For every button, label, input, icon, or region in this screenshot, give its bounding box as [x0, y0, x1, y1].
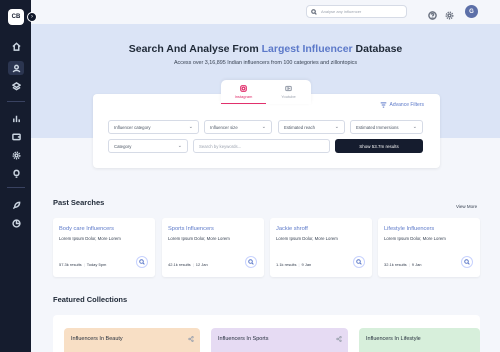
chevron-down-icon: ⌄ [412, 124, 417, 130]
platform-tabs: Instagram Youtube [221, 80, 311, 104]
card-description: Lorem Ipsum Dolor, More Lorem [276, 236, 338, 241]
show-results-button[interactable]: Show 53.7m results [335, 139, 423, 153]
chevron-down-icon: ⌄ [177, 143, 182, 149]
tab-label: Youtube [281, 94, 296, 99]
card-date: 9 Jan [411, 262, 422, 267]
search-placeholder: Analyse any influencer [321, 9, 362, 14]
filter-icon [380, 102, 386, 108]
tab-instagram[interactable]: Instagram [221, 80, 266, 104]
rocket-icon[interactable] [8, 198, 24, 212]
card-meta: 57.3k results | Today 5pm [59, 262, 107, 267]
instagram-icon [240, 84, 247, 92]
bulb-icon[interactable] [8, 166, 24, 180]
app-logo[interactable]: CB [8, 9, 24, 25]
pie-chart-icon[interactable] [8, 216, 24, 230]
select-label: Estimated reach [284, 124, 316, 130]
search-panel: Instagram Youtube Advance Filters Influe… [93, 80, 440, 168]
tab-youtube[interactable]: Youtube [266, 80, 311, 104]
user-icon[interactable] [8, 61, 24, 75]
bar-chart-icon[interactable] [8, 111, 24, 125]
tab-label: Instagram [234, 93, 253, 99]
chevron-down-icon: ⌄ [261, 124, 266, 130]
avatar[interactable]: G [465, 5, 478, 18]
collection-card-beauty[interactable]: Influencers In Beauty [64, 328, 200, 352]
collection-card-sports[interactable]: Influencers In Sports [211, 328, 348, 352]
advanced-filters-label: Advance Filters [389, 102, 424, 108]
card-results: 32.1k results [384, 262, 407, 267]
chevron-down-icon: ⌄ [334, 124, 339, 130]
card-meta: 42.1k results | 12 Jan [168, 262, 208, 267]
card-title: Jackie shroff [276, 226, 308, 232]
sidebar-divider [7, 187, 25, 188]
home-icon[interactable] [8, 39, 24, 53]
search-again-icon[interactable] [461, 256, 473, 268]
search-again-icon[interactable] [245, 256, 257, 268]
past-search-card[interactable]: Sports Influencers Lorem Ipsum Dolor, Mo… [162, 218, 264, 277]
select-label: Influencer size [210, 124, 238, 130]
card-results: 1.1k results [276, 262, 297, 267]
share-icon[interactable] [336, 336, 342, 342]
featured-collections: Influencers In Beauty Influencers In Spo… [53, 315, 480, 352]
card-results: 57.3k results [59, 262, 82, 267]
collection-label: Influencers In Sports [218, 336, 269, 342]
card-title: Body care Influencers [59, 226, 115, 232]
collection-card-lifestyle[interactable]: Influencers In Lifestyle [359, 328, 480, 352]
featured-collections-title: Featured Collections [53, 295, 128, 304]
gear-icon[interactable] [8, 148, 24, 162]
chevron-down-icon: ⌄ [188, 124, 193, 130]
influencer-size-select[interactable]: Influencer size ⌄ [204, 120, 272, 134]
chevron-right-icon[interactable]: › [27, 12, 37, 22]
select-label: Category [114, 143, 132, 149]
youtube-icon [285, 85, 292, 92]
search-icon [311, 8, 317, 15]
past-search-card[interactable]: Body care Influencers Lorem Ipsum Dolor,… [53, 218, 155, 277]
card-date: 12 Jan [195, 262, 208, 267]
share-icon[interactable] [188, 336, 194, 342]
help-icon[interactable] [428, 7, 437, 20]
past-searches-title: Past Searches [53, 198, 105, 207]
search-again-icon[interactable] [136, 256, 148, 268]
settings-icon[interactable] [445, 7, 454, 20]
card-description: Lorem Ipsum Dolor, More Lorem [168, 236, 230, 241]
card-meta: 32.1k results | 9 Jan [384, 262, 422, 267]
collection-label: Influencers In Lifestyle [366, 336, 421, 342]
select-label: Estimated Immersions [356, 124, 399, 130]
card-meta: 1.1k results | 9 Jan [276, 262, 312, 267]
page-subtitle: Access over 3,16,895 Indian influencers … [173, 60, 358, 66]
influencer-category-select[interactable]: Influencer category ⌄ [108, 120, 199, 134]
card-date: Today 5pm [86, 262, 107, 267]
influencer-search-input[interactable]: Analyse any influencer [306, 5, 407, 18]
card-results: 42.1k results [168, 262, 191, 267]
card-description: Lorem Ipsum Dolor, More Lorem [384, 236, 446, 241]
title-part2: Database [352, 43, 403, 55]
past-search-card[interactable]: Lifestyle Influencers Lorem Ipsum Dolor,… [378, 218, 480, 277]
card-description: Lorem Ipsum Dolor, More Lorem [59, 236, 121, 241]
card-title: Sports Influencers [168, 226, 214, 232]
layers-icon[interactable] [8, 79, 24, 93]
sidebar-divider [7, 101, 25, 102]
view-more-link[interactable]: View More [456, 204, 477, 209]
search-again-icon[interactable] [353, 256, 365, 268]
advanced-filters-link[interactable]: Advance Filters [380, 102, 424, 108]
card-title: Lifestyle Influencers [384, 226, 435, 232]
title-part1: Search And Analyse From [128, 43, 262, 55]
wallet-icon[interactable] [8, 129, 24, 143]
select-label: Influencer category [114, 124, 151, 130]
sidebar: CB [0, 0, 31, 352]
category-select[interactable]: Category ⌄ [108, 139, 188, 153]
estimated-reach-select[interactable]: Estimated reach ⌄ [278, 120, 345, 134]
collection-label: Influencers In Beauty [71, 336, 123, 342]
page-title: Search And Analyse From Largest Influenc… [31, 43, 500, 55]
title-accent: Largest Influencer [261, 43, 353, 55]
past-search-card[interactable]: Jackie shroff Lorem Ipsum Dolor, More Lo… [270, 218, 372, 277]
card-date: 9 Jan [301, 262, 312, 267]
estimated-immersions-select[interactable]: Estimated Immersions ⌄ [350, 120, 423, 134]
keyword-search-input[interactable]: Search by keywords... [193, 139, 330, 153]
